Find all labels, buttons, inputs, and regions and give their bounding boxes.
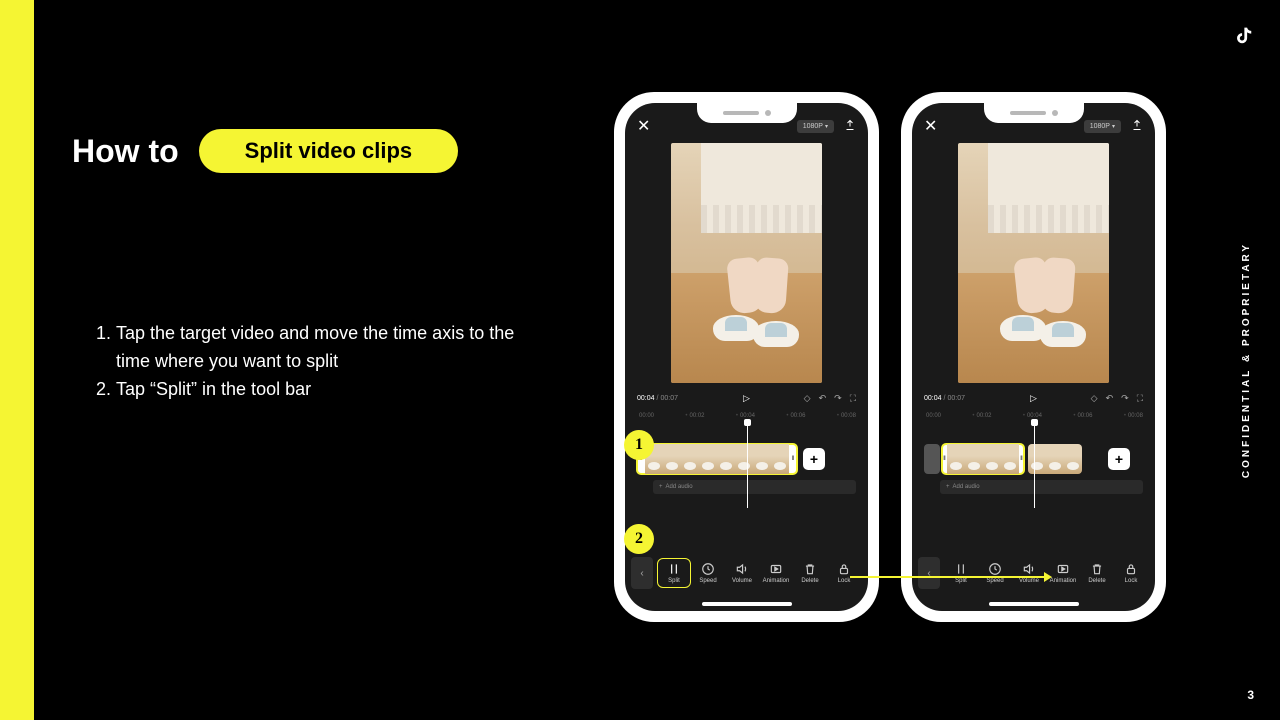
tool-volume[interactable]: Volume [725,562,759,584]
title-pill: Split video clips [199,129,458,173]
undo-icon[interactable]: ↶ [1106,393,1114,404]
home-indicator [989,602,1079,606]
title-row: How to Split video clips [72,129,458,173]
confidential-label: CONFIDENTIAL & PROPRIETARY [1241,242,1252,478]
total-time: 00:07 [947,395,965,402]
tool-volume[interactable]: Volume [1012,562,1046,584]
play-icon[interactable]: ▷ [743,393,750,404]
resolution-button[interactable]: 1080P [1084,120,1121,133]
video-clip-split-left[interactable]: ‖ ‖ [942,444,1024,474]
tool-speed[interactable]: Speed [978,562,1012,584]
playhead[interactable] [1034,422,1035,508]
slide: How to Split video clips Tap the target … [0,0,1280,720]
tool-split[interactable]: Split [944,562,978,584]
toolbar-back-icon[interactable]: ‹ [631,557,653,589]
tiktok-logo-icon [1232,24,1254,46]
current-time: 00:04 [924,395,942,402]
play-icon[interactable]: ▷ [1030,393,1037,404]
redo-icon[interactable]: ↷ [1121,393,1129,404]
phone-1-screen: ✕ 1080P 00:04 / 00:07 [625,103,868,611]
callout-arrow [850,576,1050,578]
editor-toolbar: ‹ Split Speed Volume An [912,551,1155,595]
editor-toolbar: ‹ Split Speed Volume An [625,551,868,595]
add-clip-button[interactable]: + [803,448,825,470]
tool-split[interactable]: Split [657,558,691,588]
phone-notch [697,103,797,123]
page-title: How to [72,133,179,170]
video-preview[interactable] [671,143,822,383]
tool-lock[interactable]: Lock [827,562,861,584]
callout-badge-1: 1 [624,430,654,460]
phone-1: ✕ 1080P 00:04 / 00:07 [614,92,879,622]
add-clip-button[interactable]: + [1108,448,1130,470]
playback-bar: 00:04 / 00:07 ▷ ◇ ↶ ↷ ⛶ [924,388,1143,408]
instruction-item: Tap “Split” in the tool bar [116,376,542,404]
phone-2: ✕ 1080P 00:04 / 00:07 [901,92,1166,622]
keyframe-icon[interactable]: ◇ [1091,393,1098,404]
callout-badge-2: 2 [624,524,654,554]
playback-bar: 00:04 / 00:07 ▷ ◇ ↶ ↷ ⛶ [637,388,856,408]
toolbar-back-icon[interactable]: ‹ [918,557,940,589]
video-clip-selected[interactable]: ‖ ‖ [637,444,797,474]
add-audio-track[interactable]: Add audio [653,480,856,494]
tool-delete[interactable]: Delete [793,562,827,584]
video-clip[interactable] [924,444,940,474]
close-icon[interactable]: ✕ [924,116,937,136]
add-audio-track[interactable]: Add audio [940,480,1143,494]
video-preview[interactable] [958,143,1109,383]
fullscreen-icon[interactable]: ⛶ [1137,393,1143,404]
home-indicator [702,602,792,606]
resolution-button[interactable]: 1080P [797,120,834,133]
tool-animation[interactable]: Animation [759,562,793,584]
upload-icon[interactable] [1131,119,1143,134]
timeline[interactable]: ‖ ‖ + Add audio [625,428,868,503]
total-time: 00:07 [660,395,678,402]
close-icon[interactable]: ✕ [637,116,650,136]
phone-notch [984,103,1084,123]
phone-mockups: ✕ 1080P 00:04 / 00:07 [614,92,1166,622]
timeline[interactable]: ‖ ‖ ‖ + Add audio [912,428,1155,503]
instruction-item: Tap the target video and move the time a… [116,320,542,376]
video-clip-split-right[interactable]: ‖ [1028,444,1082,474]
undo-icon[interactable]: ↶ [819,393,827,404]
phone-2-screen: ✕ 1080P 00:04 / 00:07 [912,103,1155,611]
keyframe-icon[interactable]: ◇ [804,393,811,404]
tool-lock[interactable]: Lock [1114,562,1148,584]
instructions: Tap the target video and move the time a… [92,320,542,404]
accent-bar [0,0,34,720]
playhead[interactable] [747,422,748,508]
current-time: 00:04 [637,395,655,402]
tool-speed[interactable]: Speed [691,562,725,584]
page-number: 3 [1247,688,1254,702]
fullscreen-icon[interactable]: ⛶ [850,393,856,404]
redo-icon[interactable]: ↷ [834,393,842,404]
tool-delete[interactable]: Delete [1080,562,1114,584]
upload-icon[interactable] [844,119,856,134]
